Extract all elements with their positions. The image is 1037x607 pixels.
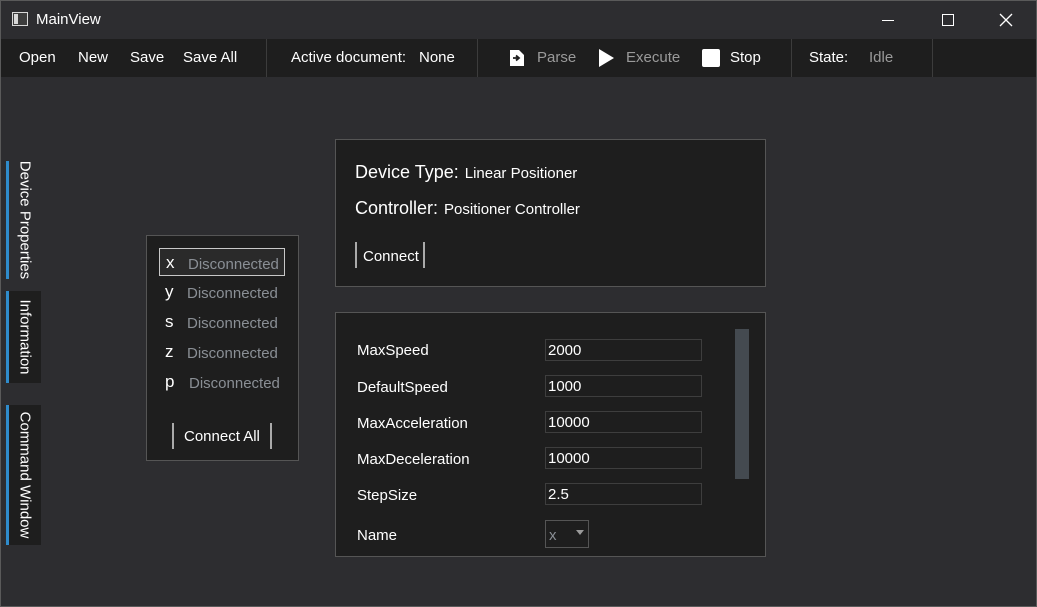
stop-label: Stop bbox=[730, 49, 761, 66]
connect-button[interactable]: Connect bbox=[355, 242, 426, 268]
toolbar-separator bbox=[477, 39, 478, 77]
property-label: StepSize bbox=[357, 487, 418, 504]
axis-letter: s bbox=[165, 312, 174, 331]
app-icon bbox=[12, 12, 28, 26]
tab-label: Device Properties bbox=[16, 160, 34, 280]
execute-label: Execute bbox=[626, 49, 681, 66]
axis-item-x[interactable]: x Disconnected bbox=[159, 248, 285, 276]
toolbar-separator bbox=[266, 39, 267, 77]
maximize-button[interactable] bbox=[919, 1, 977, 39]
device-type-row: Device Type: Linear Positioner bbox=[355, 162, 577, 183]
device-type-label: Device Type: bbox=[355, 162, 459, 182]
axis-status: Disconnected bbox=[188, 256, 279, 273]
save-button[interactable]: Save bbox=[130, 39, 164, 77]
state-label: State: bbox=[809, 49, 849, 66]
new-button[interactable]: New bbox=[78, 39, 108, 77]
axis-status: Disconnected bbox=[189, 375, 280, 392]
tab-label: Information bbox=[16, 299, 34, 375]
toolbar-separator bbox=[932, 39, 933, 77]
toolbar-separator bbox=[791, 39, 792, 77]
default-speed-input[interactable] bbox=[545, 375, 702, 397]
controller-label: Controller: bbox=[355, 198, 439, 218]
axis-item-z[interactable]: z Disconnected bbox=[159, 338, 285, 366]
axis-item-y[interactable]: y Disconnected bbox=[159, 278, 285, 306]
button-edge bbox=[172, 423, 174, 449]
property-label: DefaultSpeed bbox=[357, 379, 448, 396]
chevron-down-icon bbox=[576, 530, 584, 535]
axis-status: Disconnected bbox=[187, 345, 278, 362]
active-document-label: Active document: bbox=[291, 49, 407, 66]
close-icon bbox=[999, 13, 1013, 27]
axis-letter: y bbox=[165, 282, 174, 301]
button-edge bbox=[355, 242, 357, 268]
save-all-button[interactable]: Save All bbox=[183, 39, 237, 77]
window-title: MainView bbox=[36, 11, 101, 28]
property-label: MaxSpeed bbox=[357, 342, 429, 359]
name-select[interactable]: x bbox=[545, 520, 589, 548]
maximize-icon bbox=[942, 14, 954, 26]
max-acceleration-input[interactable] bbox=[545, 411, 702, 433]
connect-all-label: Connect All bbox=[184, 428, 260, 445]
device-info-panel: Device Type: Linear Positioner Controller… bbox=[335, 139, 766, 287]
name-select-value: x bbox=[549, 527, 557, 544]
button-edge bbox=[270, 423, 272, 449]
main-window: MainView Open New Save Save All Active d… bbox=[0, 0, 1037, 607]
minimize-button[interactable] bbox=[859, 1, 917, 39]
tab-information[interactable]: Information bbox=[6, 291, 41, 383]
device-type-value: Linear Positioner bbox=[464, 165, 578, 182]
controller-value: Positioner Controller bbox=[444, 201, 580, 218]
open-button[interactable]: Open bbox=[19, 39, 56, 77]
axis-letter: z bbox=[165, 342, 174, 361]
title-bar: MainView bbox=[1, 1, 1036, 39]
parse-label: Parse bbox=[537, 49, 577, 66]
axis-status: Disconnected bbox=[187, 285, 278, 302]
controller-row: Controller: Positioner Controller bbox=[355, 198, 580, 219]
property-label: MaxDeceleration bbox=[357, 451, 470, 468]
max-deceleration-input[interactable] bbox=[545, 447, 702, 469]
scrollbar[interactable] bbox=[735, 329, 749, 479]
axis-letter: p bbox=[165, 372, 175, 391]
toolbar: Open New Save Save All Active document: … bbox=[1, 39, 1036, 77]
play-icon bbox=[599, 49, 614, 67]
tab-command-window[interactable]: Command Window bbox=[6, 405, 41, 545]
stop-icon bbox=[702, 49, 720, 67]
connect-label: Connect bbox=[363, 248, 419, 265]
max-speed-input[interactable] bbox=[545, 339, 702, 361]
axis-list-panel: x Disconnected y Disconnected s Disconne… bbox=[146, 235, 299, 461]
axis-letter: x bbox=[166, 253, 175, 272]
tab-device-properties[interactable]: Device Properties bbox=[6, 161, 41, 279]
state-value: Idle bbox=[869, 49, 894, 66]
axis-item-s[interactable]: s Disconnected bbox=[159, 308, 285, 336]
button-edge bbox=[423, 242, 425, 268]
axis-item-p[interactable]: p Disconnected bbox=[159, 368, 285, 396]
tab-label: Command Window bbox=[16, 411, 34, 539]
step-size-input[interactable] bbox=[545, 483, 702, 505]
minimize-icon bbox=[882, 19, 894, 21]
name-label: Name bbox=[357, 527, 398, 544]
connect-all-button[interactable]: Connect All bbox=[172, 423, 272, 449]
axis-status: Disconnected bbox=[187, 315, 278, 332]
close-button[interactable] bbox=[977, 1, 1035, 39]
active-document-value: None bbox=[419, 49, 455, 66]
property-label: MaxAcceleration bbox=[357, 415, 468, 432]
parse-icon bbox=[510, 50, 524, 66]
device-properties-panel: MaxSpeed DefaultSpeed MaxAcceleration Ma… bbox=[335, 312, 766, 557]
